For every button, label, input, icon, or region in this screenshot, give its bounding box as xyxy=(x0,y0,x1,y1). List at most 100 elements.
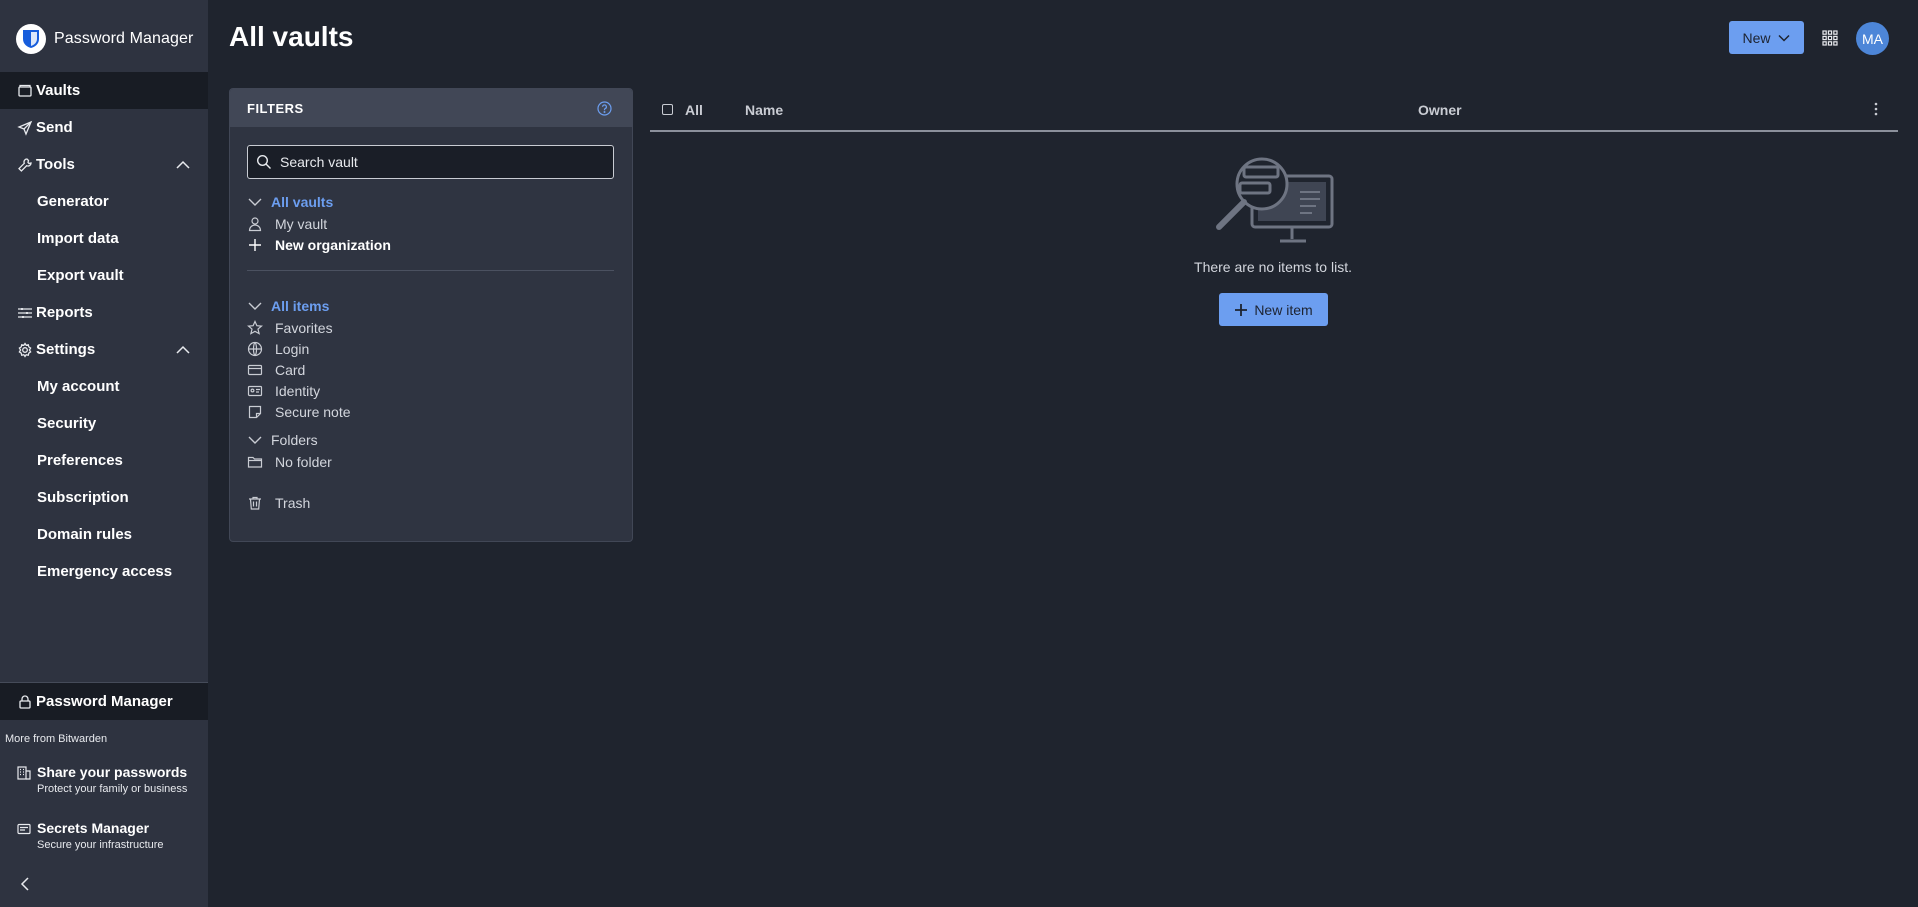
sidebar: Password Manager Vaults Send Tools Gener… xyxy=(0,0,208,907)
credit-card-icon xyxy=(247,362,263,378)
nav-send[interactable]: Send xyxy=(0,109,208,146)
chevron-down-icon xyxy=(1777,31,1791,45)
nav-send-label: Send xyxy=(36,119,73,136)
id-card-icon xyxy=(247,383,263,399)
filter-login[interactable]: Login xyxy=(247,339,614,359)
nav-generator-label: Generator xyxy=(37,193,109,210)
filter-new-organization-label: New organization xyxy=(275,237,391,253)
new-item-button[interactable]: New item xyxy=(1219,293,1328,326)
search-vault-box xyxy=(247,145,614,179)
filter-no-folder-label: No folder xyxy=(275,454,332,470)
folder-icon xyxy=(247,454,263,470)
user-icon xyxy=(247,216,263,232)
new-button-label: New xyxy=(1742,29,1771,46)
nav-domain-rules-label: Domain rules xyxy=(37,526,133,543)
promo-share-passwords[interactable]: Share your passwords Protect your family… xyxy=(17,764,207,798)
nav-my-account-label: My account xyxy=(37,378,120,395)
nav-subscription-label: Subscription xyxy=(37,489,129,506)
nav-settings-label: Settings xyxy=(36,341,96,358)
vault-icon xyxy=(17,83,33,99)
brand-link[interactable]: Password Manager xyxy=(16,24,193,54)
new-item-button-label: New item xyxy=(1254,301,1313,318)
filters-divider xyxy=(247,270,614,271)
filter-favorites-label: Favorites xyxy=(275,320,333,336)
nav-import-data[interactable]: Import data xyxy=(0,220,208,257)
promo-share-title: Share your passwords xyxy=(37,764,188,780)
account-avatar[interactable]: MA xyxy=(1856,22,1889,55)
promo-secrets-manager[interactable]: Secrets Manager Secure your infrastructu… xyxy=(17,820,207,854)
nav-preferences-label: Preferences xyxy=(37,452,123,469)
filter-my-vault[interactable]: My vault xyxy=(247,214,614,234)
product-switcher-label: Password Manager xyxy=(36,693,173,710)
product-switcher-password-manager[interactable]: Password Manager xyxy=(0,683,208,720)
bitwarden-shield-icon xyxy=(16,24,46,54)
filter-all-vaults-label: All vaults xyxy=(271,194,334,210)
help-question-icon[interactable] xyxy=(597,101,612,116)
sliders-icon xyxy=(17,305,33,321)
nav-my-account[interactable]: My account xyxy=(0,368,208,405)
gear-icon xyxy=(17,341,33,358)
filter-no-folder[interactable]: No folder xyxy=(247,452,614,472)
filters-panel: FILTERS All vaults My vault New organiza… xyxy=(229,88,633,542)
filter-trash-label: Trash xyxy=(275,495,311,511)
filter-card[interactable]: Card xyxy=(247,360,614,380)
chevron-down-icon[interactable] xyxy=(247,298,263,314)
page-title: All vaults xyxy=(229,21,354,52)
filter-all-items-label: All items xyxy=(271,298,330,314)
promo-secrets-title: Secrets Manager xyxy=(37,820,150,836)
nav-domain-rules[interactable]: Domain rules xyxy=(0,516,208,553)
paper-plane-icon xyxy=(17,120,33,136)
nav-export-vault[interactable]: Export vault xyxy=(0,257,208,294)
filter-card-label: Card xyxy=(275,362,306,378)
nav-tools[interactable]: Tools xyxy=(0,146,208,183)
nav-generator[interactable]: Generator xyxy=(0,183,208,220)
nav-emergency-access[interactable]: Emergency access xyxy=(0,553,208,590)
collapse-sidebar-chevron-left-icon[interactable] xyxy=(18,876,34,892)
trash-icon xyxy=(247,495,263,511)
nav-vaults-label: Vaults xyxy=(36,82,81,99)
nav-reports-label: Reports xyxy=(36,304,93,321)
filter-folders[interactable]: Folders xyxy=(247,430,614,450)
nav-export-vault-label: Export vault xyxy=(37,267,124,284)
globe-icon xyxy=(247,341,263,357)
wrench-icon xyxy=(17,157,33,173)
column-owner[interactable]: Owner xyxy=(1418,102,1462,118)
nav-preferences[interactable]: Preferences xyxy=(0,442,208,479)
filter-favorites[interactable]: Favorites xyxy=(247,318,614,338)
filter-new-organization[interactable]: New organization xyxy=(247,235,614,255)
chevron-down-icon[interactable] xyxy=(247,432,263,448)
id-card-icon xyxy=(17,822,31,836)
select-all-checkbox[interactable] xyxy=(662,104,673,115)
new-button[interactable]: New xyxy=(1729,21,1804,54)
filter-trash[interactable]: Trash xyxy=(247,493,614,513)
nav-tools-label: Tools xyxy=(36,156,75,173)
more-options-vertical-icon[interactable] xyxy=(1868,101,1884,117)
nav-reports[interactable]: Reports xyxy=(0,294,208,331)
nav-emergency-access-label: Emergency access xyxy=(37,563,173,580)
filter-all-items[interactable]: All items xyxy=(247,296,614,316)
filter-folders-label: Folders xyxy=(271,432,318,448)
search-vault-input[interactable] xyxy=(280,146,605,178)
filter-all-vaults[interactable]: All vaults xyxy=(247,192,614,212)
chevron-down-icon[interactable] xyxy=(247,194,263,210)
brand-name: Password Manager xyxy=(54,30,194,47)
more-from-bitwarden-label: More from Bitwarden xyxy=(5,733,108,745)
filter-secure-note[interactable]: Secure note xyxy=(247,402,614,422)
column-all: All xyxy=(685,102,703,118)
filters-header: FILTERS xyxy=(230,89,632,127)
plus-icon xyxy=(1234,303,1248,317)
product-switcher-grid-icon[interactable] xyxy=(1822,30,1838,46)
nav-vaults[interactable]: Vaults xyxy=(0,72,208,109)
star-icon xyxy=(247,320,263,336)
filter-identity-label: Identity xyxy=(275,383,321,399)
filter-login-label: Login xyxy=(275,341,310,357)
nav-security[interactable]: Security xyxy=(0,405,208,442)
empty-state-text: There are no items to list. xyxy=(1194,259,1352,275)
column-name[interactable]: Name xyxy=(745,102,783,118)
items-table-header: All Name Owner xyxy=(650,93,1898,132)
nav-settings[interactable]: Settings xyxy=(0,331,208,368)
chevron-up-icon xyxy=(175,157,191,173)
filter-identity[interactable]: Identity xyxy=(247,381,614,401)
building-icon xyxy=(17,766,31,780)
nav-subscription[interactable]: Subscription xyxy=(0,479,208,516)
